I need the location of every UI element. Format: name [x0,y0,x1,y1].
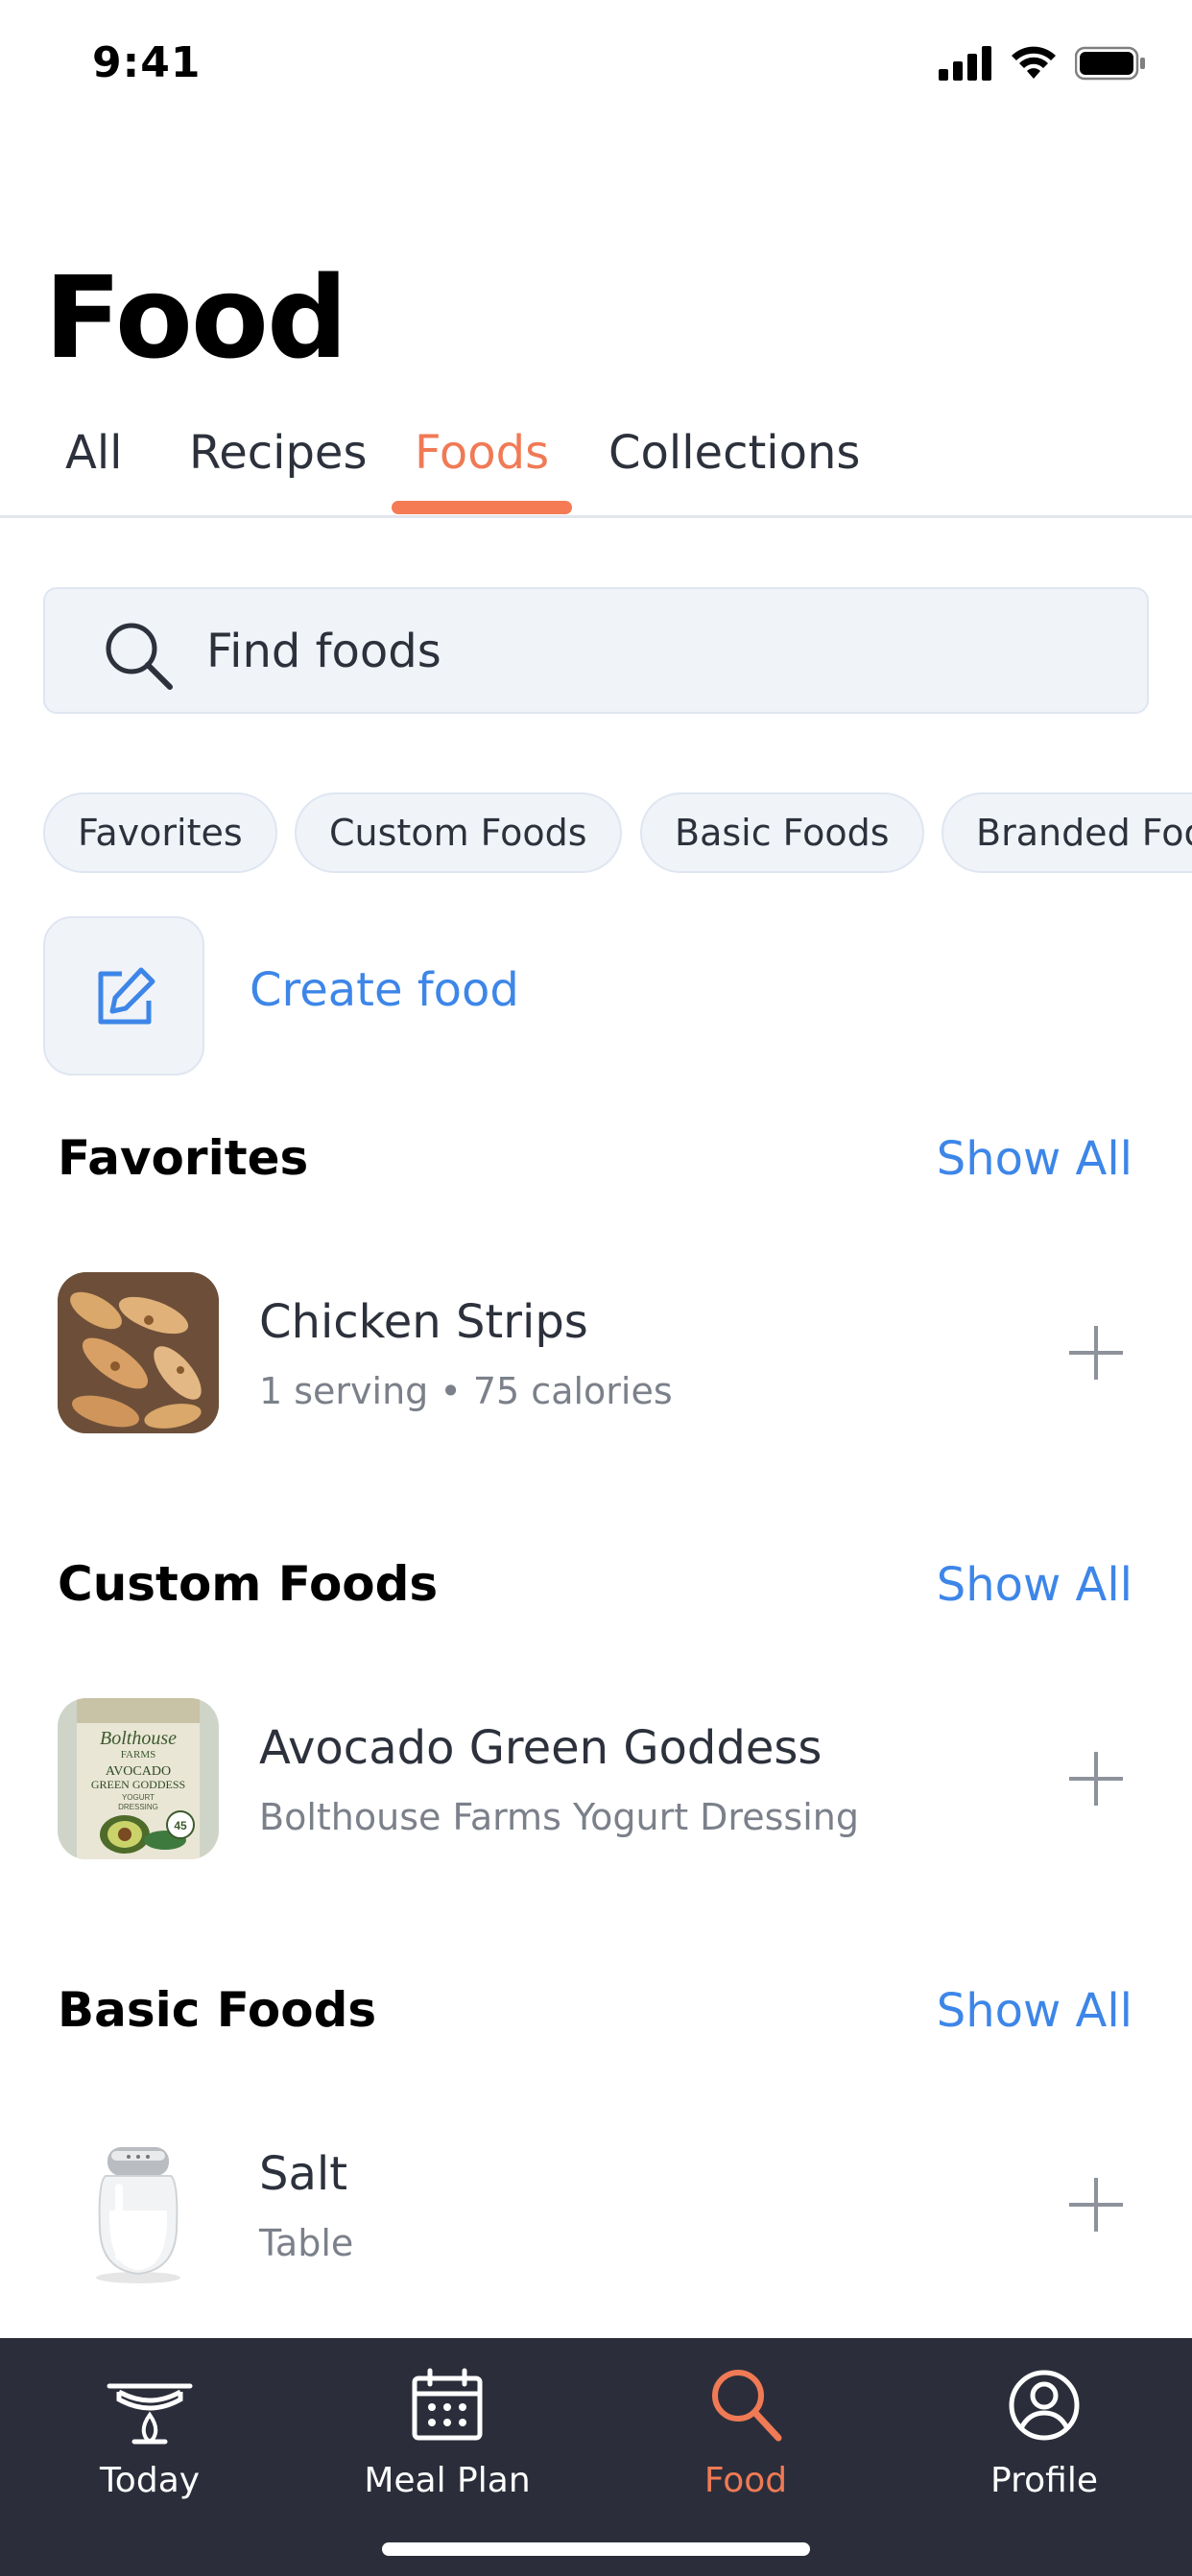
status-bar: 9:41 [0,0,1192,134]
edit-icon [98,967,155,1025]
tab-foods[interactable]: Foods [415,426,549,480]
wifi-icon [1012,46,1056,79]
create-food-label[interactable]: Create food [250,963,519,1017]
chip-favorites[interactable]: Favorites [43,792,277,873]
search-input[interactable] [204,608,1068,695]
food-name-chicken-strips[interactable]: Chicken Strips [259,1295,588,1349]
status-icons [939,46,1146,81]
home-indicator[interactable] [382,2542,810,2556]
bottle-farms-text: FARMS [121,1749,155,1761]
chip-custom-foods[interactable]: Custom Foods [295,792,622,873]
bottle-brand-text: Bolthouse [100,1728,177,1749]
bottle-line4-text: DRESSING [118,1803,158,1811]
chip-branded-foods[interactable]: Branded Foods [942,792,1192,873]
avocado-dressing-thumbnail: Bolthouse FARMS AVOCADO GREEN GODDESS YO… [58,1698,219,1859]
calendar-icon [412,2368,483,2441]
nav-today[interactable]: Today [25,2357,274,2500]
bottle-line2-text: GREEN GODDESS [91,1778,185,1791]
show-all-custom-foods[interactable]: Show All [937,1558,1132,1612]
tab-recipes[interactable]: Recipes [189,426,367,480]
search-icon [106,623,173,690]
salt-thumbnail [58,2124,219,2285]
show-all-favorites[interactable]: Show All [937,1132,1132,1186]
nav-meal-plan-label: Meal Plan [364,2461,531,2500]
food-details-salt: Table [259,2222,354,2264]
tab-all[interactable]: All [65,426,123,480]
bottom-navigation: Today Meal Plan Food Profile [0,2338,1192,2576]
food-name-avocado-green-goddess[interactable]: Avocado Green Goddess [259,1721,822,1775]
chicken-strips-thumbnail [58,1272,219,1433]
section-title-favorites: Favorites [58,1130,309,1186]
nav-profile-label: Profile [990,2461,1098,2500]
bottle-line1-text: AVOCADO [106,1764,171,1779]
nav-food-label: Food [703,2461,788,2500]
nav-profile[interactable]: Profile [919,2357,1169,2500]
filter-chips: Favorites Custom Foods Basic Foods Brand… [43,792,1192,873]
bottle-line3-text: YOGURT [122,1793,155,1802]
food-name-salt[interactable]: Salt [259,2147,347,2201]
cellular-signal-icon [939,46,991,81]
tab-collections[interactable]: Collections [608,426,860,480]
add-chicken-strips-button[interactable] [1069,1326,1123,1380]
today-pot-icon [107,2383,193,2445]
tab-bar: All Recipes Foods Collections [0,413,1192,518]
bottle-badge-text: 45 [174,1819,187,1832]
page-title: Food [44,251,347,384]
section-title-basic-foods: Basic Foods [58,1982,377,2038]
chip-basic-foods[interactable]: Basic Foods [640,792,924,873]
nav-today-label: Today [99,2461,201,2500]
battery-icon [1075,46,1145,81]
add-salt-button[interactable] [1069,2178,1123,2232]
profile-icon [1009,2370,1080,2441]
status-time: 9:41 [92,38,202,87]
show-all-basic-foods[interactable]: Show All [937,1984,1132,2038]
create-food-button[interactable] [43,916,204,1075]
add-avocado-green-goddess-button[interactable] [1069,1752,1123,1806]
nav-meal-plan[interactable]: Meal Plan [322,2357,572,2500]
food-details-chicken-strips: 1 serving • 75 calories [259,1370,673,1412]
nav-food[interactable]: Food [621,2357,870,2500]
food-details-avocado-green-goddess: Bolthouse Farms Yogurt Dressing [259,1796,859,1838]
search-icon [712,2370,782,2442]
active-tab-indicator [392,501,572,514]
section-title-custom-foods: Custom Foods [58,1556,439,1612]
search-bar[interactable] [43,587,1149,714]
